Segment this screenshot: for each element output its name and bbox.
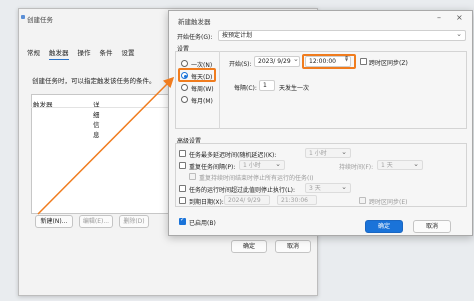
stop-long-select[interactable]: 3 天 <box>305 182 351 193</box>
expire-sync-checkbox[interactable] <box>359 197 366 204</box>
recur-label: 每隔(C): <box>234 85 257 92</box>
repeat-label: 重复任务间隔(P): <box>189 164 236 171</box>
expire-sync-label: 跨时区同步(E) <box>369 199 408 206</box>
sync-timezone-checkbox[interactable] <box>360 58 367 65</box>
tab-conditions[interactable]: 条件 <box>100 47 113 60</box>
dialog-ok-button[interactable]: 确定 <box>365 220 403 233</box>
edit-trigger-button[interactable]: 编辑(E)... <box>79 215 113 228</box>
delay-checkbox[interactable] <box>179 150 186 157</box>
delete-trigger-button[interactable]: 删除(D) <box>119 215 149 228</box>
task-scheduler-icon <box>21 15 25 19</box>
radio-weekly-label: 每周(W) <box>191 86 214 93</box>
radio-monthly-label: 每月(M) <box>191 98 213 105</box>
trigger-description: 创建任务时，可以指定触发该任务的条件。 <box>32 77 156 85</box>
delay-select[interactable]: 1 小时 <box>305 147 351 158</box>
recur-suffix: 天发生一次 <box>279 85 310 92</box>
dialog-cancel-button[interactable]: 取消 <box>413 220 451 233</box>
stop-long-checkbox[interactable] <box>179 185 186 192</box>
daily-highlight-box <box>178 68 216 82</box>
stop-repeat-checkbox[interactable] <box>189 173 196 180</box>
stop-long-label: 任务的运行时间超过此值则停止执行(L): <box>189 187 296 194</box>
column-details[interactable]: 详细信息 <box>93 99 100 139</box>
enabled-label: 已启用(B) <box>189 220 216 227</box>
tab-settings[interactable]: 设置 <box>122 47 135 60</box>
close-icon[interactable]: × <box>456 13 463 22</box>
repeat-select[interactable]: 1 小时 <box>239 159 285 170</box>
radio-monthly[interactable] <box>181 96 188 103</box>
back-ok-button[interactable]: 确定 <box>231 240 267 253</box>
minimize-icon[interactable]: – <box>437 13 441 22</box>
window-title: 创建任务 <box>27 16 53 24</box>
start-label: 开始(S): <box>229 61 252 68</box>
start-time-highlight-box <box>302 54 356 69</box>
duration-select[interactable]: 1 天 <box>377 159 423 170</box>
begin-task-select[interactable]: 按预定计划 <box>218 29 466 41</box>
expire-date-input[interactable]: 2024/ 9/29 <box>224 195 270 205</box>
radio-weekly[interactable] <box>181 84 188 91</box>
back-cancel-button[interactable]: 取消 <box>275 240 311 253</box>
calendar-dropdown-icon[interactable]: ⌄ <box>293 55 299 63</box>
delay-label: 任务最多延迟时间(随机延迟)(K): <box>189 152 277 159</box>
repeat-checkbox[interactable] <box>179 162 186 169</box>
stop-repeat-label: 重复持续时间结束时停止所有运行的任务(I) <box>199 175 314 182</box>
new-trigger-dialog: 新建触发器 – × 开始任务(G): 按预定计划 设置 一次(N) 每天(D) … <box>168 10 473 236</box>
tab-bar: 常规 触发器 操作 条件 设置 <box>27 47 135 60</box>
tab-general[interactable]: 常规 <box>27 47 40 60</box>
new-trigger-button[interactable]: 新建(N)... <box>35 215 73 228</box>
sync-timezone-label: 跨时区同步(Z) <box>369 60 408 67</box>
duration-label: 持续时间(F): <box>339 164 374 171</box>
dialog-title: 新建触发器 <box>178 18 211 26</box>
tab-actions[interactable]: 操作 <box>78 47 91 60</box>
expire-checkbox[interactable] <box>179 197 186 204</box>
radio-once[interactable] <box>181 60 188 67</box>
tab-triggers[interactable]: 触发器 <box>49 47 69 60</box>
expire-label: 到期日期(X): <box>189 199 224 206</box>
enabled-checkbox[interactable] <box>179 216 186 225</box>
settings-divider <box>219 51 220 129</box>
expire-time-input[interactable]: 21:30:06 <box>277 195 317 205</box>
begin-task-label: 开始任务(G): <box>177 34 213 41</box>
recur-days-input[interactable]: 1 <box>259 80 275 91</box>
